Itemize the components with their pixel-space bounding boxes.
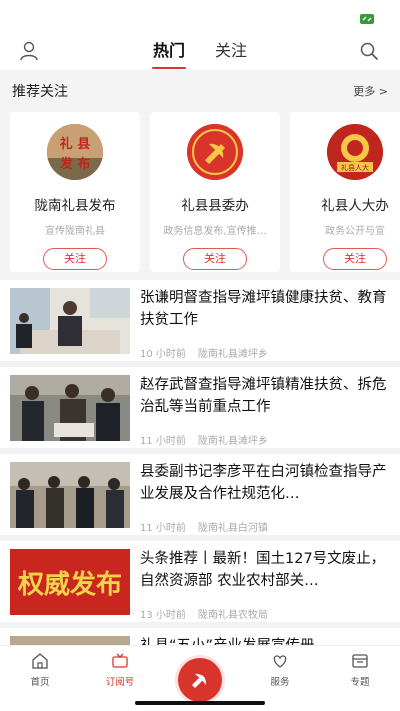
news-title: 张谦明督查指导滩坪镇健康扶贫、教育扶贫工作 bbox=[140, 290, 387, 328]
feed-tabs: 热门 关注 bbox=[153, 34, 247, 70]
account-avatar bbox=[187, 124, 243, 180]
thumbnail-text: 权威发布 bbox=[17, 569, 122, 600]
news-thumbnail bbox=[10, 462, 130, 528]
list-item[interactable]: 县委副书记李彦平在白河镇检查指导产业发展及合作社规范化… 11 小时前 陇南礼县白… bbox=[0, 454, 400, 541]
tab-label: 订阅号 bbox=[105, 677, 135, 688]
list-item[interactable]: 赵存武督查指导滩坪镇精准扶贫、拆危治乱等当前重点工作 11 小时前 陇南礼县滩坪乡 bbox=[0, 367, 400, 454]
recommend-card[interactable]: 礼县人大 礼县人大办 政务公开与宣 关注 bbox=[290, 112, 400, 272]
account-name: 礼县人大办 bbox=[321, 198, 389, 214]
top-nav: 热门 关注 bbox=[0, 34, 400, 70]
account-desc: 政务公开与宣 bbox=[325, 226, 385, 237]
party-emblem-icon bbox=[192, 673, 207, 688]
tab-label: 首页 bbox=[30, 677, 50, 688]
news-thumbnail: 权威发布 bbox=[10, 549, 130, 615]
account-name: 礼县县委办 bbox=[181, 198, 249, 214]
news-title: 赵存武督查指导滩坪镇精准扶贫、拆危治乱等当前重点工作 bbox=[140, 377, 387, 415]
news-time: 11 小时前 bbox=[140, 436, 186, 447]
account-desc: 政务信息发布,宣传推… bbox=[163, 226, 267, 237]
tv-icon bbox=[112, 653, 128, 668]
news-thumbnail bbox=[10, 288, 130, 354]
tab-label: 服务 bbox=[270, 677, 290, 688]
recommend-section: 推荐关注 更多 > 礼 县 发 布 陇南礼县发布 宣传陇南礼县 关注 礼县县委办… bbox=[0, 70, 400, 280]
tab-hot[interactable]: 热门 bbox=[153, 37, 185, 67]
tab-label: 专题 bbox=[350, 677, 370, 688]
topic-icon bbox=[352, 654, 368, 668]
center-party-button[interactable] bbox=[178, 658, 222, 702]
tab-home[interactable]: 首页 bbox=[10, 652, 70, 688]
news-source: 陇南礼县农牧局 bbox=[197, 610, 268, 621]
status-bar bbox=[0, 0, 400, 34]
account-desc: 宣传陇南礼县 bbox=[45, 226, 105, 237]
news-title: 县委副书记李彦平在白河镇检查指导产业发展及合作社规范化… bbox=[140, 464, 387, 502]
news-source: 陇南礼县滩坪乡 bbox=[197, 436, 268, 447]
news-meta: 11 小时前 陇南礼县滩坪乡 bbox=[140, 432, 268, 447]
home-indicator bbox=[135, 701, 265, 705]
tab-services[interactable]: 服务 bbox=[250, 652, 310, 688]
news-meta: 10 小时前 陇南礼县滩坪乡 bbox=[140, 345, 268, 360]
news-source: 陇南礼县白河镇 bbox=[197, 523, 268, 534]
bottom-tabbar: 首页 订阅号 服务 专题 bbox=[0, 645, 400, 711]
logo-text: 礼县人大 bbox=[341, 163, 369, 172]
user-icon[interactable] bbox=[18, 40, 40, 62]
list-item[interactable]: 张谦明督查指导滩坪镇健康扶贫、教育扶贫工作 10 小时前 陇南礼县滩坪乡 bbox=[0, 280, 400, 367]
tab-follow[interactable]: 关注 bbox=[215, 37, 247, 67]
account-avatar: 礼县人大 bbox=[327, 124, 383, 180]
follow-button[interactable]: 关注 bbox=[183, 248, 247, 270]
news-time: 10 小时前 bbox=[140, 349, 186, 360]
news-source: 陇南礼县滩坪乡 bbox=[197, 349, 268, 360]
news-meta: 13 小时前 陇南礼县农牧局 bbox=[140, 606, 268, 621]
account-name: 陇南礼县发布 bbox=[34, 198, 116, 214]
tab-topics[interactable]: 专题 bbox=[330, 652, 390, 688]
news-time: 11 小时前 bbox=[140, 523, 186, 534]
logo-text-top: 礼 县 bbox=[60, 136, 91, 152]
news-time: 13 小时前 bbox=[140, 610, 186, 621]
account-logo-icon: 礼 县 发 布 bbox=[47, 124, 103, 180]
recommend-title: 推荐关注 bbox=[12, 84, 68, 100]
account-avatar: 礼 县 发 布 bbox=[47, 124, 103, 180]
home-icon bbox=[32, 653, 48, 669]
follow-button[interactable]: 关注 bbox=[43, 248, 107, 270]
tab-subscriptions[interactable]: 订阅号 bbox=[90, 652, 150, 688]
party-emblem-icon bbox=[187, 124, 243, 180]
news-title: 头条推荐丨最新！国土127号文废止，自然资源部 农业农村部关… bbox=[140, 551, 386, 589]
network-status-icon bbox=[360, 14, 374, 24]
recommend-card[interactable]: 礼 县 发 布 陇南礼县发布 宣传陇南礼县 关注 bbox=[10, 112, 140, 272]
logo-text-bottom: 发 布 bbox=[59, 156, 91, 172]
follow-button[interactable]: 关注 bbox=[323, 248, 387, 270]
news-thumbnail bbox=[10, 375, 130, 441]
more-link[interactable]: 更多 > bbox=[353, 83, 388, 99]
news-meta: 11 小时前 陇南礼县白河镇 bbox=[140, 519, 268, 534]
recommend-card[interactable]: 礼县县委办 政务信息发布,宣传推… 关注 bbox=[150, 112, 280, 272]
heart-icon bbox=[273, 655, 287, 668]
list-item[interactable]: 权威发布 头条推荐丨最新！国土127号文废止，自然资源部 农业农村部关… 13 … bbox=[0, 541, 400, 628]
national-emblem-icon: 礼县人大 bbox=[327, 124, 383, 180]
search-icon[interactable] bbox=[358, 40, 380, 62]
